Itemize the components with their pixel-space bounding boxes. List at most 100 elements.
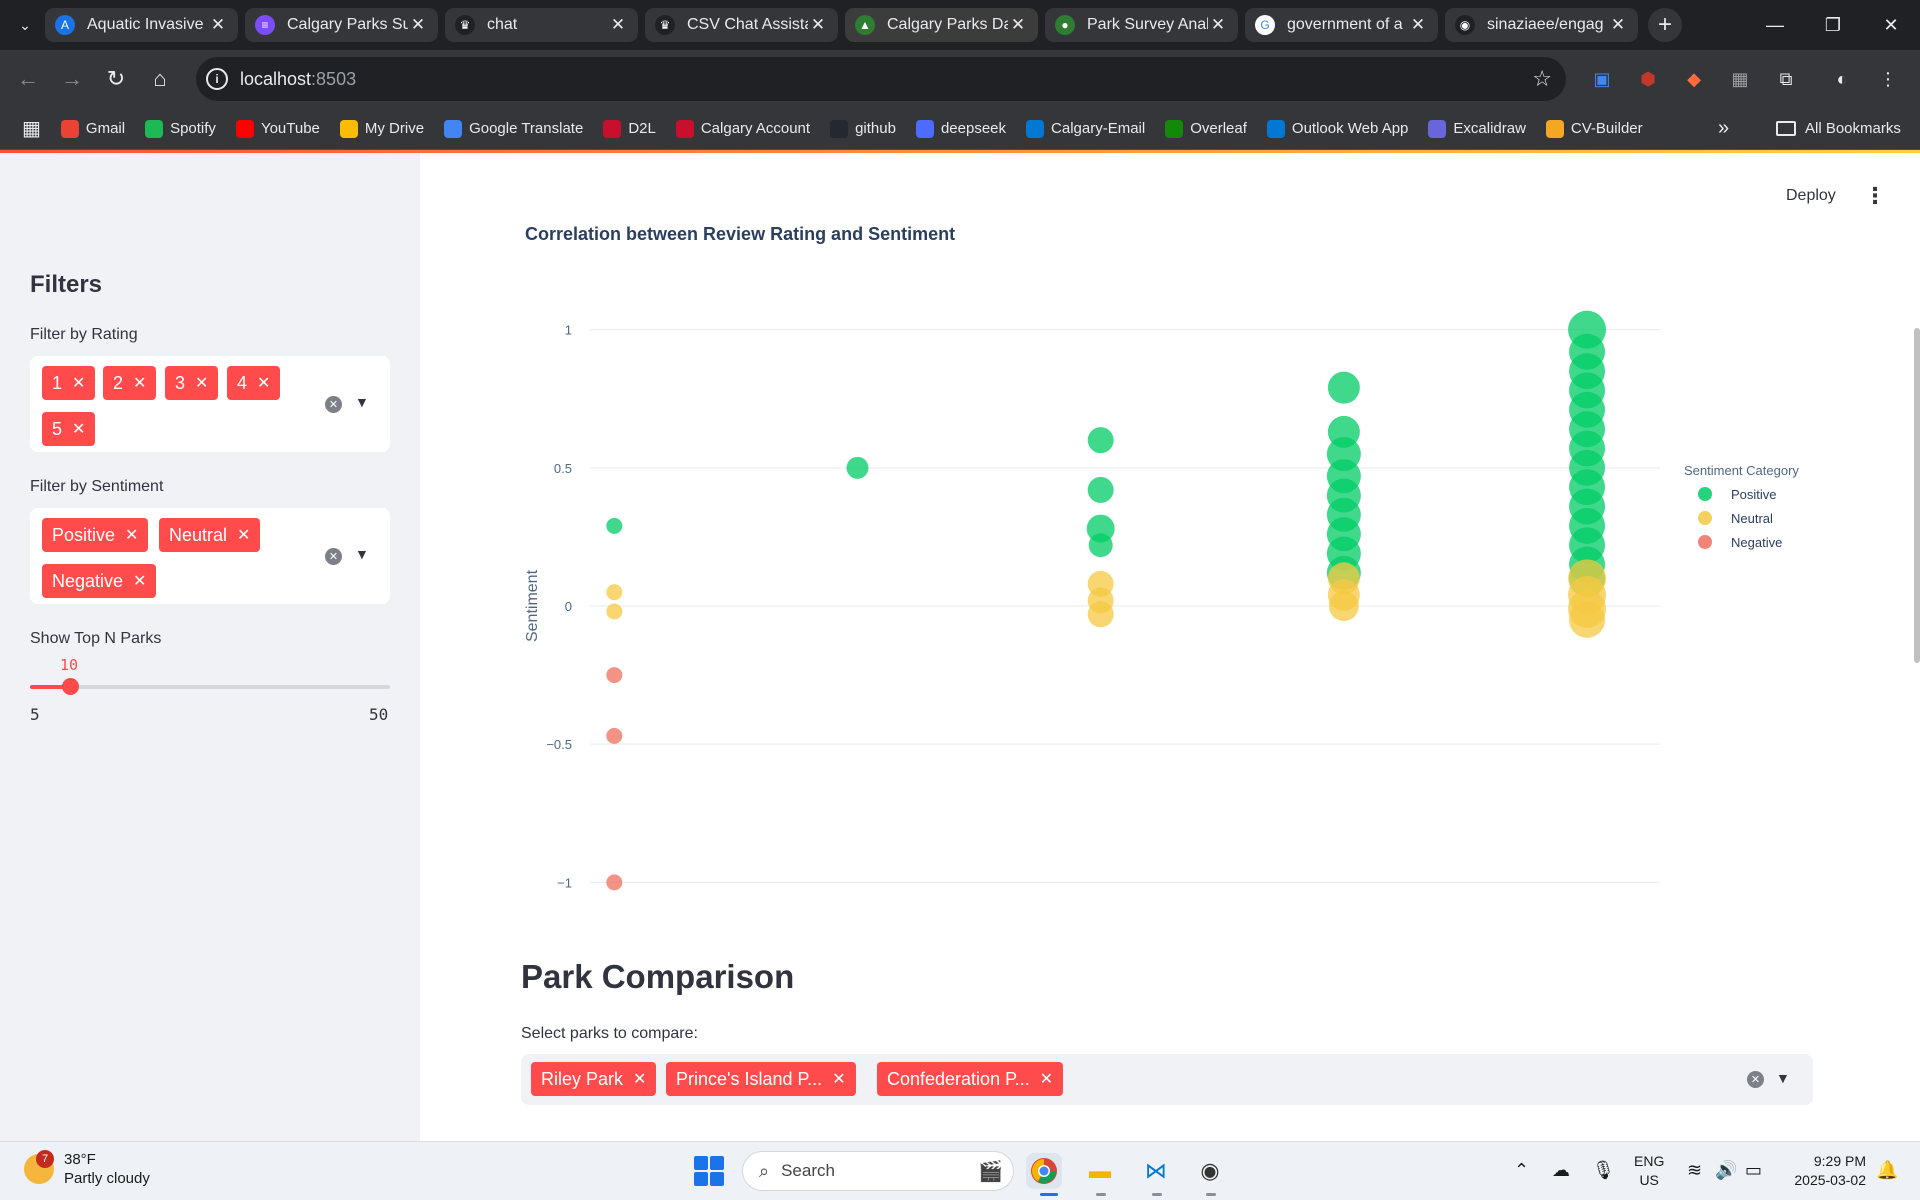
remove-chip-icon[interactable]: ✕ bbox=[72, 419, 85, 439]
data-point-positive[interactable] bbox=[1088, 533, 1113, 558]
rating-chip[interactable]: 1 ✕ bbox=[42, 366, 96, 400]
bookmark-star-icon[interactable]: ☆ bbox=[1532, 66, 1552, 92]
page-scrollbar[interactable] bbox=[1914, 328, 1920, 663]
notifications-icon[interactable]: 🔔 bbox=[1876, 1160, 1898, 1181]
data-point-positive[interactable] bbox=[1327, 371, 1360, 404]
clear-rating-icon[interactable]: ✕ bbox=[325, 396, 342, 413]
close-tab-icon[interactable]: ✕ bbox=[1008, 15, 1028, 35]
close-tab-icon[interactable]: ✕ bbox=[608, 15, 628, 35]
legend-label-negative[interactable]: Negative bbox=[1731, 535, 1782, 550]
sentiment-multiselect[interactable]: Positive ✕ Neutral ✕ Negative ✕ ✕ ▼ bbox=[30, 508, 390, 604]
close-tab-icon[interactable]: ✕ bbox=[208, 15, 228, 35]
bookmark-item[interactable]: My Drive bbox=[339, 119, 424, 138]
battery-icon[interactable]: ▭ bbox=[1745, 1160, 1762, 1181]
new-tab-button[interactable]: + bbox=[1648, 8, 1682, 42]
extension-icon[interactable]: ◆ bbox=[1676, 59, 1712, 99]
home-icon[interactable]: ⌂ bbox=[138, 57, 182, 101]
bookmark-item[interactable]: YouTube bbox=[235, 119, 320, 138]
bookmark-item[interactable]: Spotify bbox=[145, 119, 216, 138]
browser-tab[interactable]: Ggovernment of a ✕ bbox=[1245, 8, 1438, 42]
language-indicator[interactable]: ENG US bbox=[1634, 1152, 1664, 1190]
remove-chip-icon[interactable]: ✕ bbox=[133, 571, 146, 591]
data-point-neutral[interactable] bbox=[606, 584, 623, 601]
main-menu-icon[interactable]: ⋮ bbox=[1864, 183, 1886, 209]
restore-icon[interactable]: ❐ bbox=[1804, 0, 1862, 50]
ublock-extension-icon[interactable]: ⬢ bbox=[1630, 59, 1666, 99]
data-point-positive[interactable] bbox=[606, 517, 623, 534]
bookmark-item[interactable]: D2L bbox=[603, 119, 656, 138]
back-icon[interactable]: ← bbox=[6, 57, 50, 101]
remove-chip-icon[interactable]: ✕ bbox=[832, 1069, 845, 1089]
browser-tab[interactable]: ≡ Calgary Parks Su ✕ bbox=[245, 8, 438, 42]
sentiment-rating-scatter-chart[interactable]: 10.50−0.5−111.522.533.544.55RatingSentim… bbox=[500, 253, 1840, 953]
data-point-neutral[interactable] bbox=[1569, 601, 1606, 638]
system-clock[interactable]: 9:29 PM 2025-03-02 bbox=[1786, 1152, 1866, 1190]
wifi-icon[interactable]: ≋ bbox=[1687, 1160, 1702, 1181]
rating-chip[interactable]: 3 ✕ bbox=[165, 366, 219, 400]
remove-chip-icon[interactable]: ✕ bbox=[195, 373, 208, 393]
remove-chip-icon[interactable]: ✕ bbox=[133, 373, 146, 393]
tray-overflow-icon[interactable]: ⌃ bbox=[1514, 1160, 1529, 1181]
topn-slider-track[interactable] bbox=[30, 685, 390, 689]
park-compare-multiselect[interactable]: Riley Park ✕ Prince's Island P... ✕ Confeder… bbox=[521, 1054, 1813, 1105]
more-bookmarks-icon[interactable]: » bbox=[1718, 117, 1729, 140]
browser-tab[interactable]: A Aquatic Invasive ✕ bbox=[45, 8, 238, 42]
file-explorer-icon[interactable]: ▬ bbox=[1082, 1153, 1118, 1189]
rating-chip[interactable]: 4 ✕ bbox=[227, 366, 281, 400]
sentiment-chip[interactable]: Negative ✕ bbox=[42, 564, 157, 598]
close-tab-icon[interactable]: ✕ bbox=[808, 15, 828, 35]
legend-marker-neutral[interactable] bbox=[1698, 511, 1712, 525]
close-tab-icon[interactable]: ✕ bbox=[1408, 15, 1428, 35]
bookmark-item[interactable]: Excalidraw bbox=[1428, 119, 1526, 138]
rating-multiselect[interactable]: 1 ✕ 2 ✕ 3 ✕ 4 ✕ 5 ✕ ✕ ▼ bbox=[30, 356, 390, 452]
chevron-down-icon[interactable]: ▼ bbox=[1776, 1070, 1790, 1086]
data-point-positive[interactable] bbox=[1087, 427, 1114, 454]
remove-chip-icon[interactable]: ✕ bbox=[257, 373, 270, 393]
minimize-icon[interactable]: — bbox=[1746, 0, 1804, 50]
remove-chip-icon[interactable]: ✕ bbox=[125, 525, 138, 545]
rating-chip[interactable]: 2 ✕ bbox=[103, 366, 157, 400]
close-tab-icon[interactable]: ✕ bbox=[1608, 15, 1628, 35]
close-tab-icon[interactable]: ✕ bbox=[408, 15, 428, 35]
browser-tab[interactable]: ● Park Survey Anal ✕ bbox=[1045, 8, 1238, 42]
bookmark-item[interactable]: Outlook Web App bbox=[1266, 119, 1408, 138]
close-window-icon[interactable]: ✕ bbox=[1862, 0, 1920, 50]
vscode-icon[interactable]: ⋈ bbox=[1138, 1153, 1174, 1189]
browser-menu-icon[interactable]: ⋮ bbox=[1870, 59, 1906, 99]
legend-label-neutral[interactable]: Neutral bbox=[1731, 511, 1773, 526]
browser-tab[interactable]: ▲ Calgary Parks Da ✕ bbox=[845, 8, 1038, 42]
sentiment-chip[interactable]: Neutral ✕ bbox=[159, 518, 261, 552]
clear-parks-icon[interactable]: ✕ bbox=[1747, 1071, 1764, 1088]
legend-marker-positive[interactable] bbox=[1698, 487, 1712, 501]
bookmark-item[interactable]: Google Translate bbox=[444, 119, 583, 138]
address-bar[interactable]: i localhost:8503 ☆ bbox=[196, 57, 1566, 101]
remove-chip-icon[interactable]: ✕ bbox=[237, 525, 250, 545]
bookmark-item[interactable]: Gmail bbox=[60, 119, 125, 138]
windows-start-icon[interactable] bbox=[694, 1156, 724, 1186]
weather-widget[interactable]: 7 38°F Partly cloudy bbox=[24, 1150, 150, 1188]
topn-slider-thumb[interactable] bbox=[62, 678, 79, 695]
chevron-down-icon[interactable]: ▼ bbox=[355, 394, 369, 410]
microphone-icon[interactable]: 🎙 bbox=[1592, 1160, 1615, 1181]
browser-tab[interactable]: ♛ chat ✕ bbox=[445, 8, 638, 42]
browser-tab[interactable]: ◉ sinaziaee/engag ✕ bbox=[1445, 8, 1638, 42]
profile-avatar[interactable]: ◐ bbox=[1824, 59, 1860, 99]
deploy-button[interactable]: Deploy bbox=[1786, 187, 1836, 205]
data-point-negative[interactable] bbox=[606, 667, 623, 684]
legend-label-positive[interactable]: Positive bbox=[1731, 487, 1777, 502]
extensions-puzzle-icon[interactable]: ⧉ bbox=[1768, 59, 1804, 99]
legend-marker-negative[interactable] bbox=[1698, 535, 1712, 549]
remove-chip-icon[interactable]: ✕ bbox=[633, 1069, 646, 1089]
data-point-positive[interactable] bbox=[1087, 476, 1114, 503]
bookmark-item[interactable]: deepseek bbox=[915, 119, 1006, 138]
tab-search-icon[interactable]: ⌄ bbox=[12, 8, 38, 42]
remove-chip-icon[interactable]: ✕ bbox=[1040, 1069, 1053, 1089]
forward-icon[interactable]: → bbox=[50, 57, 94, 101]
park-chip[interactable]: Confederation P... ✕ bbox=[877, 1062, 1064, 1096]
data-point-negative[interactable] bbox=[606, 727, 623, 744]
data-point-neutral[interactable] bbox=[1328, 591, 1359, 621]
obs-icon[interactable]: ◉ bbox=[1192, 1153, 1228, 1189]
data-point-neutral[interactable] bbox=[1087, 601, 1114, 628]
onedrive-icon[interactable]: ☁ bbox=[1552, 1160, 1570, 1181]
sentiment-chip[interactable]: Positive ✕ bbox=[42, 518, 149, 552]
